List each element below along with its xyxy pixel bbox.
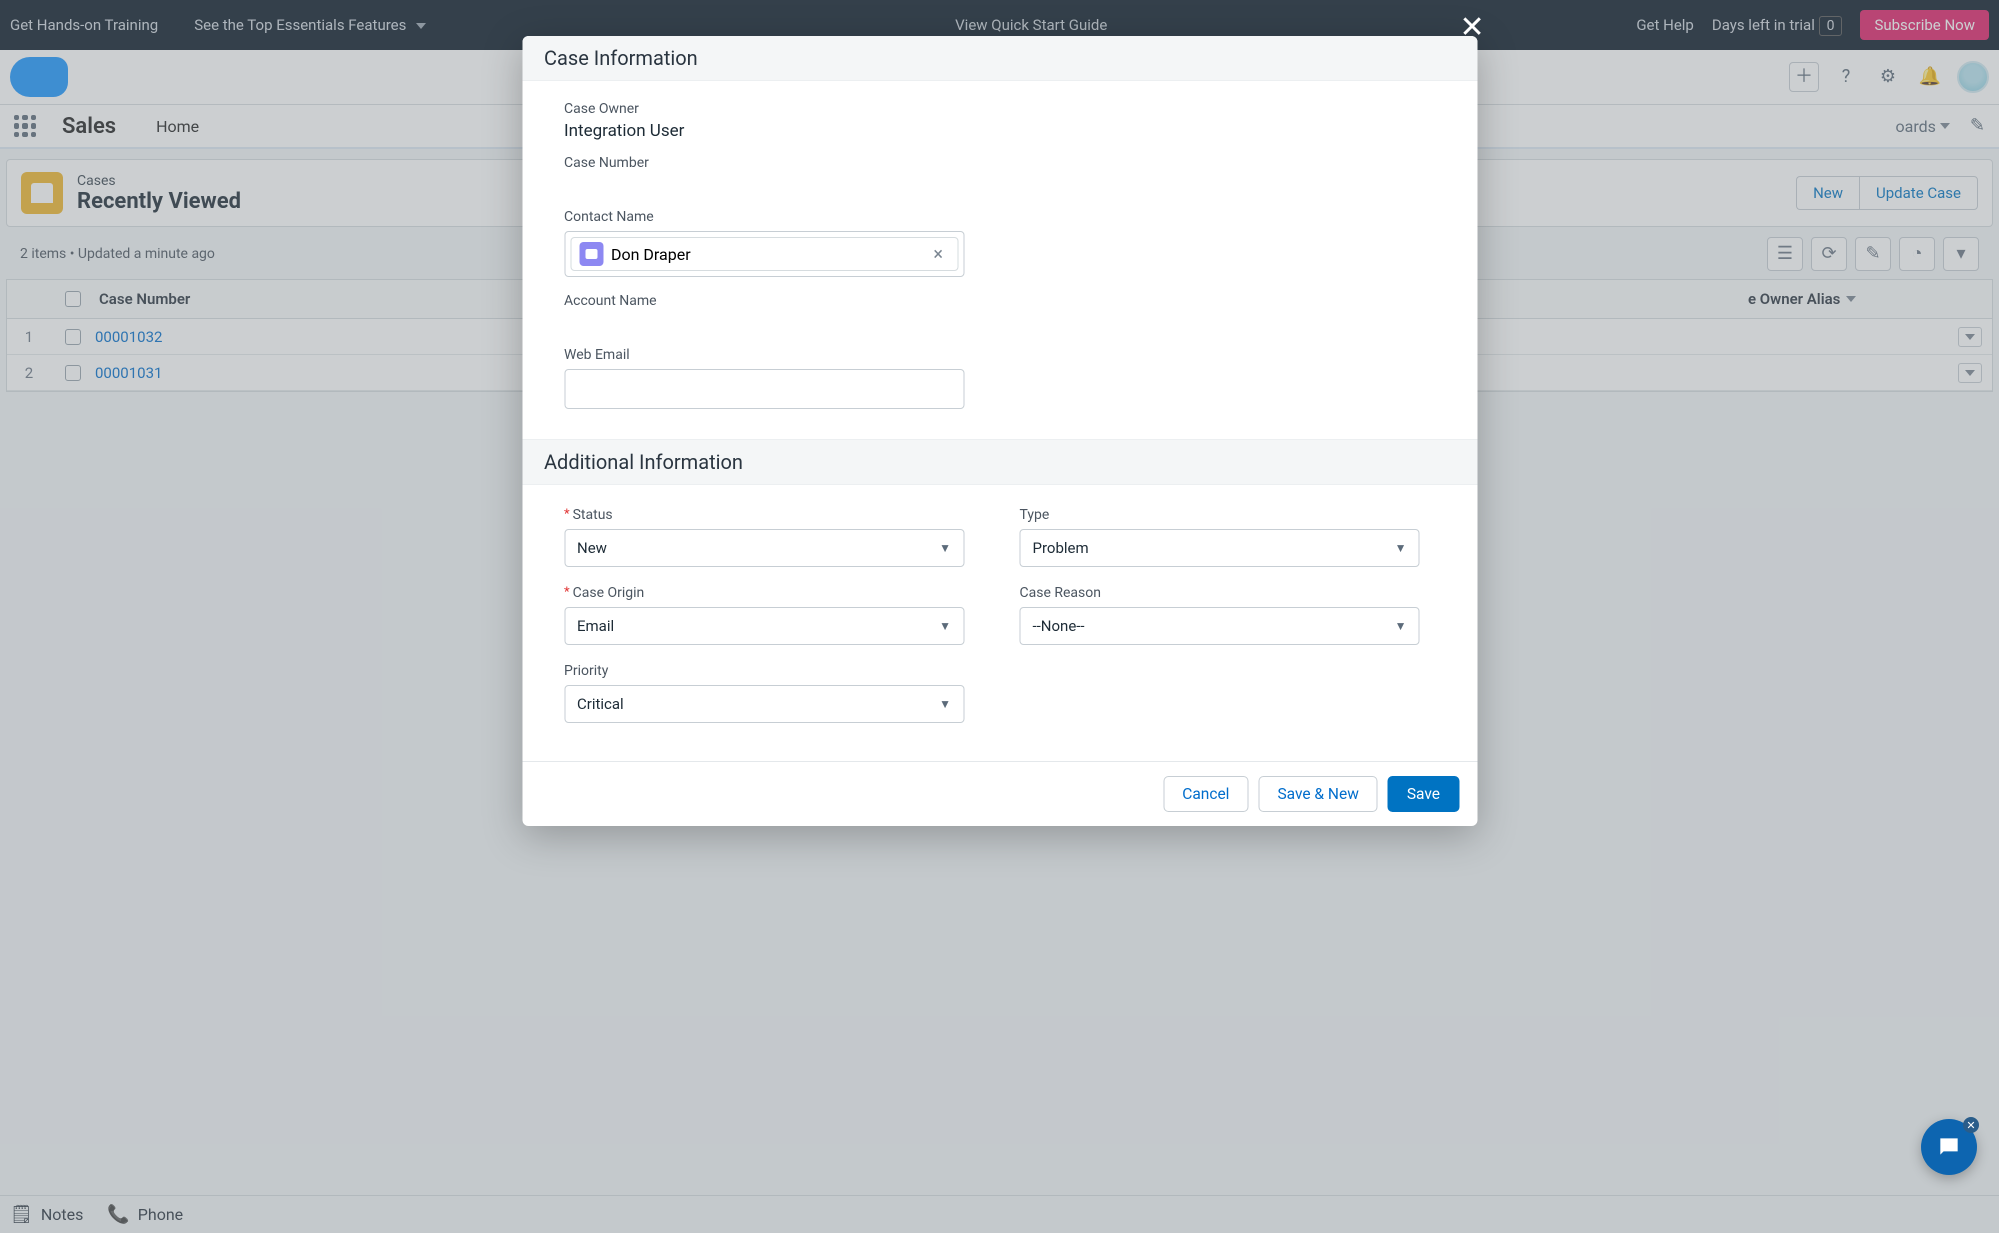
chevron-down-icon: ▼ <box>939 619 951 633</box>
label-type: Type <box>1020 507 1436 523</box>
status-picklist[interactable]: New ▼ <box>564 529 964 567</box>
remove-contact-icon[interactable]: × <box>927 244 949 265</box>
label-case-number: Case Number <box>564 155 1435 171</box>
chat-fab-close-icon[interactable]: ✕ <box>1963 1117 1979 1133</box>
section-additional-information: Additional Information <box>522 439 1477 485</box>
chevron-down-icon: ▼ <box>939 697 951 711</box>
priority-picklist[interactable]: Critical ▼ <box>564 685 964 723</box>
chat-fab[interactable]: ✕ <box>1921 1119 1977 1175</box>
contact-icon <box>579 242 603 266</box>
cancel-button[interactable]: Cancel <box>1163 776 1248 812</box>
value-case-owner: Integration User <box>564 121 1435 141</box>
save-and-new-button[interactable]: Save & New <box>1258 776 1377 812</box>
label-priority: Priority <box>564 663 980 679</box>
modal-footer: Cancel Save & New Save <box>522 761 1477 826</box>
case-reason-picklist[interactable]: --None-- ▼ <box>1020 607 1420 645</box>
modal-close-icon[interactable]: ✕ <box>1460 10 1996 45</box>
label-contact-name: Contact Name <box>564 209 1435 225</box>
case-origin-picklist[interactable]: Email ▼ <box>564 607 964 645</box>
section-case-information: Case Information <box>522 36 1477 81</box>
label-case-origin: Case Origin <box>573 585 645 601</box>
label-web-email: Web Email <box>564 347 1435 363</box>
contact-name-lookup[interactable]: Don Draper × <box>564 231 964 277</box>
chevron-down-icon: ▼ <box>1395 541 1407 555</box>
save-button[interactable]: Save <box>1388 776 1459 812</box>
label-case-reason: Case Reason <box>1020 585 1436 601</box>
value-account-name <box>564 313 1435 333</box>
new-case-modal: Case Information Case Owner Integration … <box>522 36 1477 826</box>
chevron-down-icon: ▼ <box>1395 619 1407 633</box>
contact-name-value: Don Draper <box>611 245 691 264</box>
value-case-number <box>564 175 1435 195</box>
label-case-owner: Case Owner <box>564 101 1435 117</box>
chevron-down-icon: ▼ <box>939 541 951 555</box>
label-account-name: Account Name <box>564 293 1435 309</box>
web-email-input[interactable] <box>564 369 964 409</box>
type-picklist[interactable]: Problem ▼ <box>1020 529 1420 567</box>
label-status: Status <box>573 507 613 523</box>
